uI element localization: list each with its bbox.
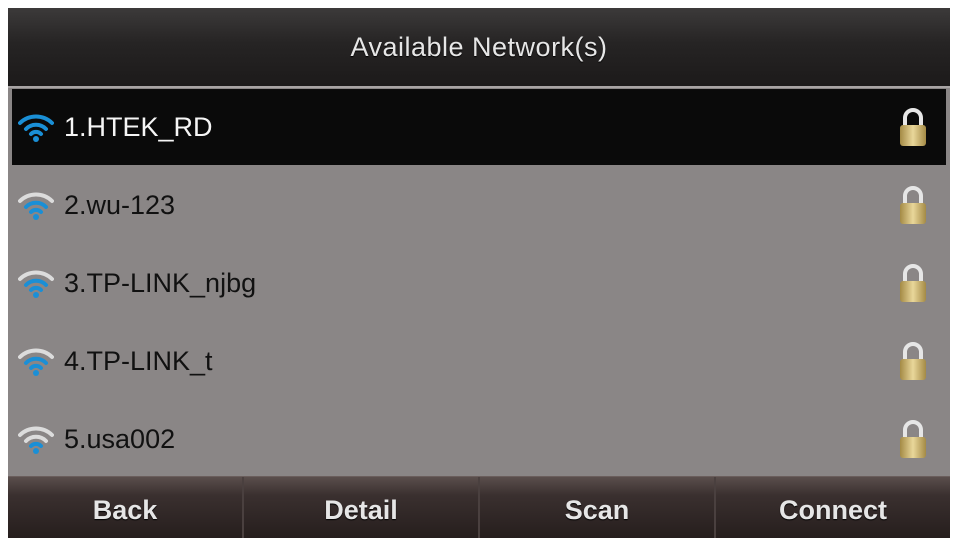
wifi-icon [18, 114, 54, 142]
network-list: 1.HTEK_RD 2.wu-123 3.TP-LINK_njbg 4.TP-L… [8, 88, 950, 478]
softkey-bar: Back Detail Scan Connect [8, 476, 950, 538]
network-ssid: 2.wu-123 [64, 189, 176, 220]
lock-icon [900, 264, 926, 302]
back-button[interactable]: Back [8, 477, 244, 538]
detail-button[interactable]: Detail [244, 477, 480, 538]
network-ssid: 4.TP-LINK_t [64, 345, 213, 376]
wifi-icon [18, 270, 54, 298]
lock-icon [900, 420, 926, 458]
scan-button[interactable]: Scan [480, 477, 716, 538]
phone-screen: Available Network(s) 1.HTEK_RD 2.wu-123 … [8, 8, 950, 538]
page-title: Available Network(s) [350, 31, 608, 62]
title-bar: Available Network(s) [8, 8, 950, 88]
network-item[interactable]: 3.TP-LINK_njbg [8, 244, 950, 322]
wifi-icon [18, 426, 54, 454]
network-item[interactable]: 2.wu-123 [8, 166, 950, 244]
wifi-icon [18, 348, 54, 376]
network-item[interactable]: 5.usa002 [8, 400, 950, 478]
network-ssid: 1.HTEK_RD [64, 111, 213, 142]
network-item[interactable]: 4.TP-LINK_t [8, 322, 950, 400]
network-ssid: 3.TP-LINK_njbg [64, 267, 257, 298]
connect-button[interactable]: Connect [716, 477, 950, 538]
lock-icon [900, 108, 926, 146]
network-ssid: 5.usa002 [64, 423, 176, 454]
lock-icon [900, 186, 926, 224]
lock-icon [900, 342, 926, 380]
network-item[interactable]: 1.HTEK_RD [12, 89, 946, 165]
wifi-icon [18, 192, 54, 220]
